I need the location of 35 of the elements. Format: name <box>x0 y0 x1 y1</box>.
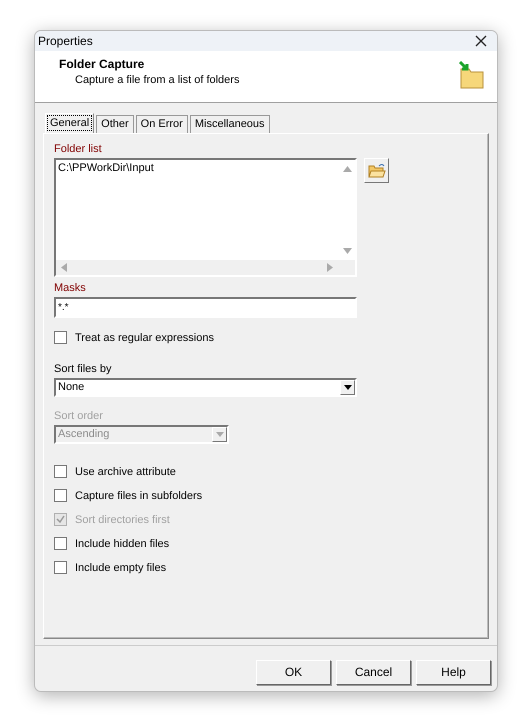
header-subtitle: Capture a file from a list of folders <box>74 74 240 86</box>
dialog-button[interactable]: OK <box>256 660 331 685</box>
close-icon[interactable] <box>475 35 487 48</box>
checkbox[interactable] <box>54 465 67 478</box>
checkbox-label: Include empty files <box>75 562 166 574</box>
field-label: Sort order <box>54 408 103 423</box>
scroll-down-icon[interactable] <box>342 248 352 254</box>
field-label: Sort files by <box>54 362 112 376</box>
masks-field[interactable]: *.* <box>54 296 357 318</box>
checkbox-label: Include hidden files <box>75 538 170 550</box>
header-title: Folder Capture <box>59 57 146 72</box>
tab[interactable]: General <box>45 112 94 133</box>
checkbox[interactable] <box>54 489 67 502</box>
checkbox[interactable] <box>54 331 67 344</box>
checkbox[interactable] <box>54 537 67 550</box>
checkbox[interactable] <box>54 561 67 574</box>
folder-icon <box>368 162 386 178</box>
dialog-button[interactable]: Help <box>416 660 491 685</box>
checkbox-label: Capture files in subfolders <box>75 490 202 502</box>
folder-list[interactable]: C:\PPWorkDir\Input <box>54 158 357 277</box>
field-label: Masks <box>54 280 86 295</box>
folder-icon <box>459 61 485 90</box>
checkbox-label: Treat as regular expressions <box>75 332 214 344</box>
sort-files-dropdown[interactable]: None <box>54 378 357 397</box>
tab[interactable]: Miscellaneous <box>190 114 270 133</box>
tab[interactable]: On Error <box>136 114 188 133</box>
field-label: Folder list <box>54 142 102 156</box>
tab[interactable]: Other <box>96 114 134 133</box>
browse-button[interactable] <box>364 158 389 183</box>
list-item[interactable]: C:\PPWorkDir\Input <box>58 162 154 174</box>
window-title: Properties <box>38 34 93 48</box>
checkbox-label: Sort directories first <box>75 514 170 526</box>
checkbox-label: Use archive attribute <box>75 466 176 478</box>
scroll-up-icon[interactable] <box>342 166 352 172</box>
dialog-button[interactable]: Cancel <box>336 660 411 685</box>
